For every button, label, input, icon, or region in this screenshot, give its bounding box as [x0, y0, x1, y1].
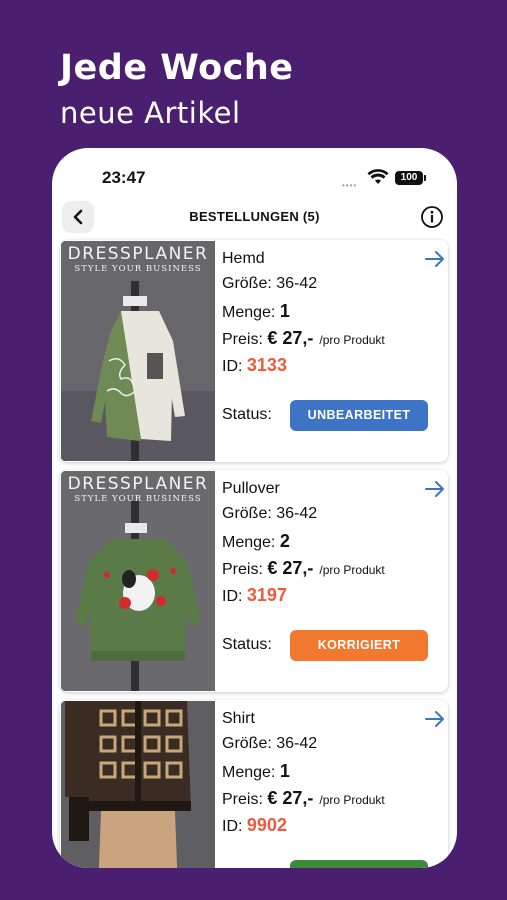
- nav-bar: BESTELLUNGEN (5): [52, 198, 457, 236]
- id-value: 9902: [246, 815, 287, 835]
- size-value: 36-42: [276, 275, 318, 292]
- battery-icon: 100: [395, 171, 426, 185]
- quantity-value: 1: [279, 301, 290, 321]
- watermark-brand: DRESSPLANER: [67, 474, 209, 494]
- size-value: 36-42: [276, 505, 318, 522]
- quantity-label: Menge:: [222, 304, 276, 321]
- arrow-right-icon[interactable]: [424, 710, 446, 728]
- page-title: BESTELLUNGEN (5): [189, 209, 320, 224]
- arrow-right-icon[interactable]: [424, 480, 446, 498]
- product-name: Hemd: [222, 250, 265, 267]
- promo-subtitle: neue Artikel: [60, 96, 241, 130]
- cellular-signal-icon: ••••: [342, 181, 358, 190]
- quantity-value: 1: [279, 761, 290, 781]
- arrow-right-icon[interactable]: [424, 250, 446, 268]
- size-value: 36-42: [276, 735, 318, 752]
- wifi-icon: [367, 169, 389, 184]
- price-label: Preis:: [222, 331, 263, 348]
- price-row: Preis: € 27,- /pro Produkt: [222, 558, 385, 579]
- id-value: 3197: [246, 585, 287, 605]
- id-value: 3133: [246, 355, 287, 375]
- size-row: Größe: 36-42: [222, 505, 317, 523]
- price-row: Preis: € 27,- /pro Produkt: [222, 328, 385, 349]
- promo-title: Jede Woche: [60, 48, 294, 88]
- promo-headline: Jede Woche neue Artikel: [60, 48, 294, 130]
- id-label: ID:: [222, 818, 243, 835]
- product-image: DRESSPLANER STYLE YOUR BUSINESS: [61, 241, 215, 461]
- size-row: Größe: 36-42: [222, 275, 317, 293]
- info-icon[interactable]: [420, 205, 444, 229]
- size-label: Größe:: [222, 735, 272, 752]
- per-product-label: /pro Produkt: [319, 563, 385, 577]
- price-value: € 27,-: [267, 328, 314, 348]
- quantity-value: 2: [279, 531, 290, 551]
- order-card[interactable]: DRESSPLANER STYLE YOUR BUSINESS Pullover…: [60, 470, 448, 692]
- quantity-row: Menge: 1: [222, 301, 290, 322]
- watermark-tagline: STYLE YOUR BUSINESS: [74, 494, 202, 504]
- watermark-brand: DRESSPLANER: [67, 244, 209, 264]
- quantity-label: Menge:: [222, 534, 276, 551]
- price-value: € 27,-: [267, 788, 314, 808]
- watermark-tagline: STYLE YOUR BUSINESS: [74, 264, 202, 274]
- order-info: Hemd Größe: 36-42 Menge: 1 Preis: € 27,-…: [222, 240, 448, 462]
- size-row: Größe: 36-42: [222, 735, 317, 753]
- quantity-row: Menge: 1: [222, 761, 290, 782]
- order-card[interactable]: Shirt Größe: 36-42 Menge: 1 Preis: € 27,…: [60, 700, 448, 868]
- id-label: ID:: [222, 588, 243, 605]
- id-label: ID:: [222, 358, 243, 375]
- id-row: ID: 3197: [222, 585, 287, 606]
- product-image: DRESSPLANER STYLE YOUR BUSINESS: [61, 471, 215, 691]
- product-name: Pullover: [222, 480, 280, 497]
- per-product-label: /pro Produkt: [319, 333, 385, 347]
- order-info: Shirt Größe: 36-42 Menge: 1 Preis: € 27,…: [222, 700, 448, 868]
- order-info: Pullover Größe: 36-42 Menge: 2 Preis: € …: [222, 470, 448, 692]
- per-product-label: /pro Produkt: [319, 793, 385, 807]
- product-name: Shirt: [222, 710, 255, 727]
- price-value: € 27,-: [267, 558, 314, 578]
- status-button[interactable]: [290, 860, 428, 868]
- price-row: Preis: € 27,- /pro Produkt: [222, 788, 385, 809]
- quantity-label: Menge:: [222, 764, 276, 781]
- status-time: 23:47: [102, 168, 146, 187]
- status-label: Status:: [222, 406, 272, 423]
- quantity-row: Menge: 2: [222, 531, 290, 552]
- price-label: Preis:: [222, 561, 263, 578]
- size-label: Größe:: [222, 275, 272, 292]
- size-label: Größe:: [222, 505, 272, 522]
- phone-screen: 23:47 •••• 100 BESTELLUNGEN (5) DRESSPLA…: [52, 148, 457, 868]
- id-row: ID: 3133: [222, 355, 287, 376]
- product-image: [61, 701, 215, 868]
- status-bar: 23:47 •••• 100: [52, 148, 457, 198]
- order-card[interactable]: DRESSPLANER STYLE YOUR BUSINESS Hemd Grö…: [60, 240, 448, 462]
- status-label: Status:: [222, 636, 272, 653]
- price-label: Preis:: [222, 791, 263, 808]
- order-list: DRESSPLANER STYLE YOUR BUSINESS Hemd Grö…: [60, 240, 448, 868]
- status-button[interactable]: KORRIGIERT: [290, 630, 428, 661]
- status-button[interactable]: UNBEARBEITET: [290, 400, 428, 431]
- id-row: ID: 9902: [222, 815, 287, 836]
